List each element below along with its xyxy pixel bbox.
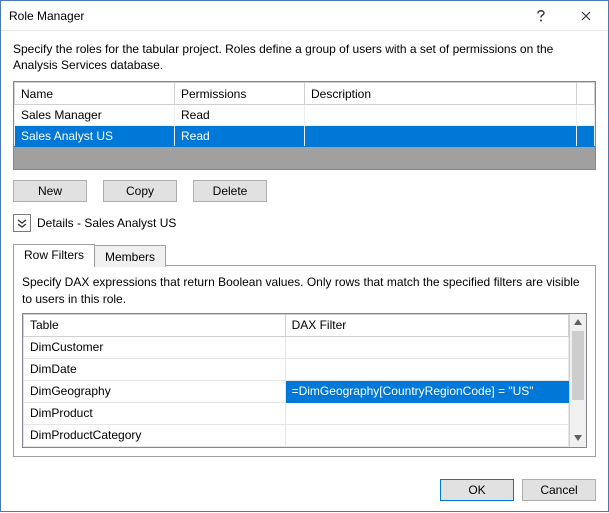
new-button[interactable]: New <box>13 180 87 202</box>
role-cell-name[interactable]: Sales Manager <box>15 105 175 126</box>
copy-button[interactable]: Copy <box>103 180 177 202</box>
close-button[interactable] <box>563 1 608 31</box>
scroll-track[interactable] <box>570 331 586 430</box>
role-cell-spacer <box>577 126 595 147</box>
filter-cell-table[interactable]: DimDate <box>24 358 286 380</box>
filters-grid[interactable]: Table DAX Filter DimCustomerDimDateDimGe… <box>22 313 587 448</box>
filter-cell-dax[interactable] <box>285 358 568 380</box>
tab-members[interactable]: Members <box>94 245 166 267</box>
col-name[interactable]: Name <box>15 83 175 105</box>
tabstrip <box>165 265 596 266</box>
filter-cell-table[interactable]: DimCustomer <box>24 336 286 358</box>
double-chevron-down-icon <box>16 217 28 229</box>
filter-row[interactable]: DimDate <box>24 358 569 380</box>
roles-grid-padding <box>14 147 595 169</box>
details-label: Details - Sales Analyst US <box>37 216 176 230</box>
col-dax[interactable]: DAX Filter <box>285 314 568 336</box>
role-cell-description[interactable] <box>305 126 577 147</box>
role-row[interactable]: Sales ManagerRead <box>15 105 595 126</box>
dialog-footer: OK Cancel <box>1 469 608 513</box>
filter-cell-dax[interactable]: =DimGeography[CountryRegionCode] = "US" <box>285 380 568 402</box>
role-cell-permissions[interactable]: Read <box>175 105 305 126</box>
filter-row[interactable]: DimProductCategory <box>24 424 569 446</box>
role-cell-permissions[interactable]: Read <box>175 126 305 147</box>
filters-intro: Specify DAX expressions that return Bool… <box>22 274 587 306</box>
col-permissions[interactable]: Permissions <box>175 83 305 105</box>
filter-row[interactable]: DimCustomer <box>24 336 569 358</box>
filter-cell-dax[interactable] <box>285 402 568 424</box>
intro-text: Specify the roles for the tabular projec… <box>13 41 596 73</box>
scroll-thumb[interactable] <box>572 331 584 400</box>
ok-button[interactable]: OK <box>440 479 514 501</box>
close-icon <box>581 11 591 21</box>
filter-cell-table[interactable]: DimProductCategory <box>24 424 286 446</box>
filter-cell-table[interactable]: DimProduct <box>24 402 286 424</box>
filter-cell-dax[interactable] <box>285 336 568 358</box>
role-cell-description[interactable] <box>305 105 577 126</box>
filter-row[interactable]: DimGeography=DimGeography[CountryRegionC… <box>24 380 569 402</box>
role-row[interactable]: Sales Analyst USRead <box>15 126 595 147</box>
col-description[interactable]: Description <box>305 83 577 105</box>
details-toggle[interactable] <box>13 214 31 232</box>
col-table[interactable]: Table <box>24 314 286 336</box>
delete-button[interactable]: Delete <box>193 180 267 202</box>
roles-grid[interactable]: Name Permissions Description Sales Manag… <box>13 81 596 170</box>
cancel-button[interactable]: Cancel <box>522 479 596 501</box>
col-spacer <box>577 83 595 105</box>
role-cell-name[interactable]: Sales Analyst US <box>15 126 175 147</box>
help-icon <box>536 9 546 23</box>
filter-cell-dax[interactable] <box>285 424 568 446</box>
tab-row-filters[interactable]: Row Filters <box>13 244 95 266</box>
scroll-down-icon[interactable] <box>570 430 586 447</box>
tabs: Row Filters Members <box>13 244 596 266</box>
filters-scrollbar[interactable] <box>569 314 586 447</box>
window-title: Role Manager <box>1 9 518 23</box>
role-manager-dialog: Role Manager Specify the roles for the t… <box>0 0 609 512</box>
help-button[interactable] <box>518 1 563 31</box>
filter-row[interactable]: DimProduct <box>24 402 569 424</box>
filter-cell-table[interactable]: DimGeography <box>24 380 286 402</box>
roles-buttons: New Copy Delete <box>13 180 596 202</box>
scroll-up-icon[interactable] <box>570 314 586 331</box>
dialog-body: Specify the roles for the tabular projec… <box>1 31 608 469</box>
row-filters-panel: Specify DAX expressions that return Bool… <box>13 265 596 456</box>
titlebar: Role Manager <box>1 1 608 31</box>
details-toggle-row: Details - Sales Analyst US <box>13 214 596 232</box>
role-cell-spacer <box>577 105 595 126</box>
